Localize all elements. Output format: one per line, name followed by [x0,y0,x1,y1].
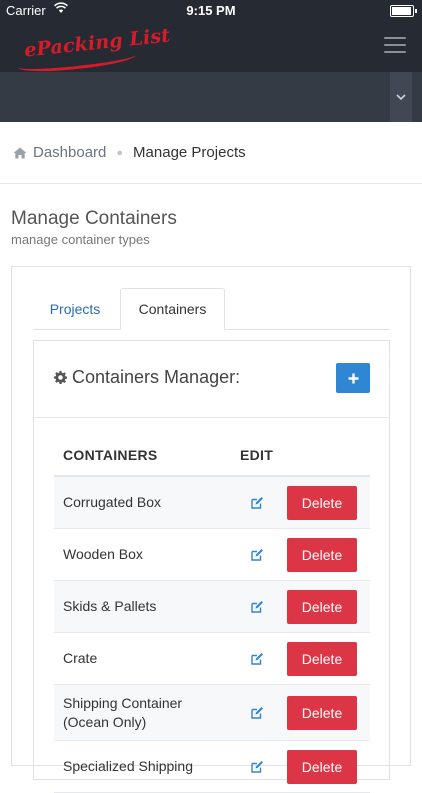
breadcrumb-current: Manage Projects [133,144,246,161]
content-panel: Projects Containers Containers Manager: … [11,266,411,793]
menu-icon[interactable] [384,37,406,53]
battery-icon [390,5,417,17]
delete-button[interactable]: Delete [287,485,357,520]
delete-button[interactable]: Delete [287,695,357,730]
status-bar: Carrier 9:15 PM [0,0,422,20]
containers-manager-box: Containers Manager: CONTAINERS EDIT Corr… [33,340,390,793]
tab-containers[interactable]: Containers [120,288,225,330]
table-row: Crate Delete [54,633,370,685]
breadcrumb: Dashboard ● Manage Projects [0,122,422,184]
clock: 9:15 PM [186,3,236,18]
table-row: Wooden Box Delete [54,529,370,581]
edit-icon[interactable] [250,496,264,510]
container-name: Specialized Shipping [63,758,193,774]
secondary-bar [0,72,422,122]
gear-icon [54,371,67,384]
breadcrumb-dashboard-link[interactable]: Dashboard [33,144,106,161]
column-header-containers: CONTAINERS [63,447,158,463]
add-container-button[interactable] [336,363,370,393]
app-logo[interactable]: ePacking List [14,24,171,76]
edit-icon[interactable] [250,548,264,562]
box-title-label: Containers Manager: [72,367,241,387]
navbar: ePacking List [0,20,422,76]
containers-table: CONTAINERS EDIT Corrugated Box Delete Wood… [54,433,370,793]
breadcrumb-separator: ● [116,146,124,159]
edit-icon[interactable] [250,760,264,774]
delete-button[interactable]: Delete [287,589,357,624]
edit-icon[interactable] [250,652,264,666]
delete-button[interactable]: Delete [287,749,357,784]
column-header-edit: EDIT [240,447,274,463]
home-icon [13,147,27,158]
edit-icon[interactable] [250,706,264,720]
table-row: Shipping Container (Ocean Only) Delete [54,685,370,741]
plus-icon [348,373,358,383]
table-row: Specialized Shipping Delete [54,741,370,793]
edit-icon[interactable] [250,600,264,614]
table-row: Skids & Pallets Delete [54,581,370,633]
table-row: Corrugated Box Delete [54,477,370,529]
table-header: CONTAINERS EDIT [54,433,370,477]
page-title: Manage Containers [11,208,177,229]
container-name: Skids & Pallets [63,598,157,614]
box-header: Containers Manager: [34,341,389,418]
delete-button[interactable]: Delete [287,641,357,676]
tab-bar: Projects Containers [33,288,390,330]
tab-projects[interactable]: Projects [33,288,117,329]
container-name: Shipping Container (Ocean Only) [63,694,183,730]
container-name: Corrugated Box [63,494,162,510]
delete-button[interactable]: Delete [287,537,357,572]
chevron-down-icon[interactable] [390,72,412,122]
container-name: Crate [63,650,98,666]
box-title: Containers Manager: [54,367,240,388]
page-subtitle: manage container types [11,232,150,247]
container-name: Wooden Box [63,546,143,562]
